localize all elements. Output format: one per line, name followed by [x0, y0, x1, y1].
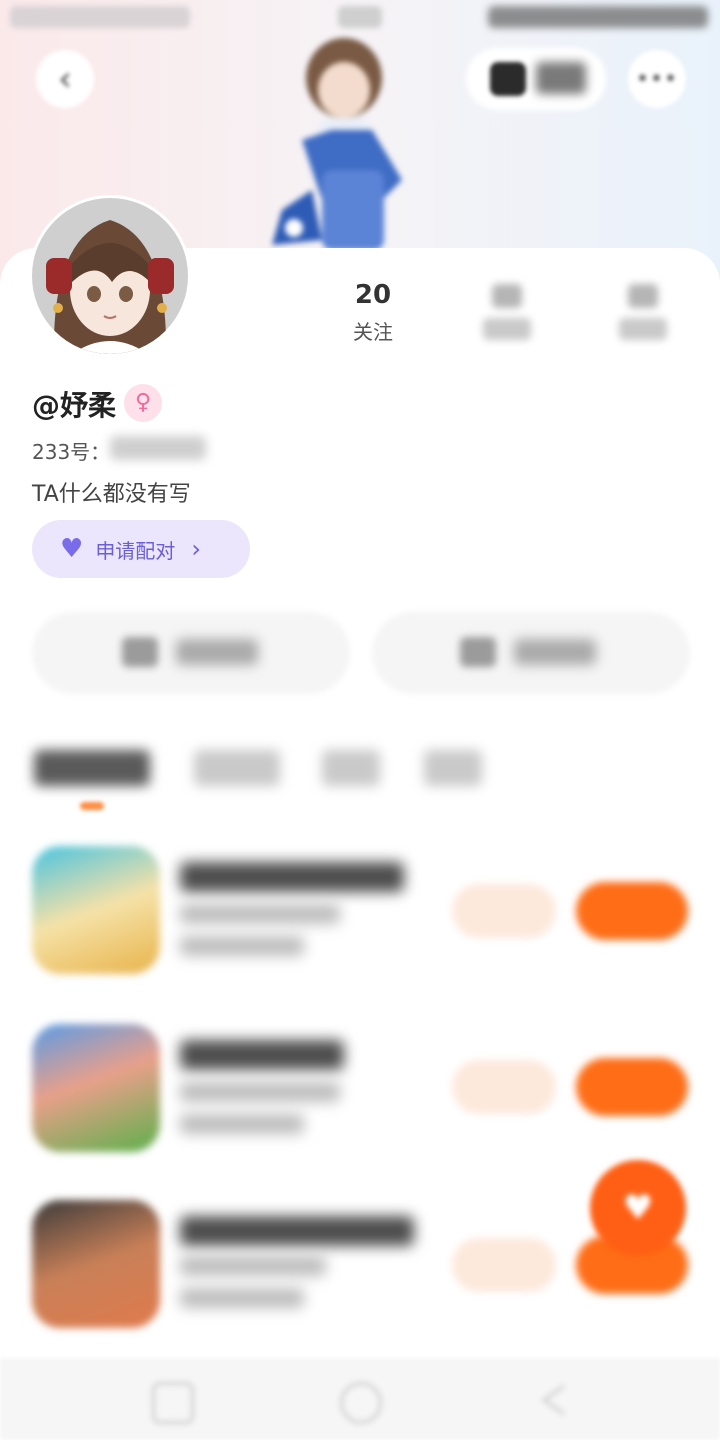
stat-followers[interactable] — [462, 280, 552, 340]
game-icon — [32, 1200, 160, 1328]
stat-following[interactable]: 20 关注 — [328, 280, 418, 345]
game-players — [180, 1114, 304, 1134]
chevron-left-icon: ‹ — [58, 59, 72, 99]
game-players — [180, 1288, 304, 1308]
character-figure-image — [272, 38, 402, 250]
avatar[interactable] — [32, 198, 188, 354]
message-button-content — [460, 632, 596, 672]
floating-heart-button[interactable]: ♥ — [590, 1160, 686, 1256]
status-left-info — [10, 6, 190, 28]
game-meta — [180, 1082, 340, 1102]
user-id-value — [110, 436, 206, 460]
game-title — [180, 1216, 414, 1246]
list-item[interactable] — [0, 1020, 720, 1170]
message-button-label — [514, 639, 596, 665]
heart-icon: ♥ — [60, 534, 84, 564]
game-meta — [180, 904, 340, 924]
stat-label — [619, 318, 667, 340]
game-icon — [32, 1024, 160, 1152]
match-request-button[interactable]: ♥ 申请配对 › — [32, 520, 250, 578]
play-game-button[interactable] — [576, 882, 688, 940]
stat-value — [492, 284, 522, 308]
heart-icon: ♥ — [622, 1188, 654, 1228]
tab-2[interactable] — [322, 750, 380, 786]
home-icon[interactable] — [340, 1382, 382, 1424]
list-item[interactable] — [0, 842, 720, 992]
username: @妤柔 — [32, 389, 117, 422]
follow-button-label — [176, 639, 258, 665]
game-players — [180, 936, 304, 956]
stat-value — [628, 284, 658, 308]
follow-button-content — [122, 632, 258, 672]
game-icon — [32, 846, 160, 974]
user-id-label: 233号： — [32, 440, 111, 464]
secondary-game-button[interactable] — [452, 884, 556, 938]
status-time — [338, 6, 382, 28]
recents-icon[interactable] — [152, 1382, 194, 1424]
match-request-label: 申请配对 — [95, 538, 176, 563]
tab-1[interactable] — [194, 750, 280, 786]
check-icon — [122, 637, 158, 667]
status-right-info — [488, 6, 708, 28]
more-icon: ••• — [636, 66, 678, 92]
stat-label — [483, 318, 531, 340]
game-meta — [180, 1256, 326, 1276]
person-icon — [460, 637, 496, 667]
tab-0[interactable] — [34, 750, 150, 786]
game-title — [180, 862, 404, 892]
outfit-icon — [490, 62, 526, 96]
stat-likes[interactable] — [598, 280, 688, 340]
chevron-right-icon: › — [191, 535, 201, 563]
more-button[interactable]: ••• — [628, 50, 686, 108]
stat-label: 关注 — [353, 320, 393, 344]
back-nav-icon[interactable] — [536, 1382, 572, 1418]
bio-text: TA什么都没有写 — [32, 482, 191, 507]
secondary-game-button[interactable] — [452, 1238, 556, 1292]
tab-indicator — [80, 802, 104, 810]
avatar-image — [32, 198, 188, 354]
stat-value: 20 — [354, 280, 392, 310]
female-gender-icon: ♀ — [124, 384, 162, 422]
play-game-button[interactable] — [576, 1058, 688, 1116]
dress-label — [536, 62, 586, 94]
secondary-game-button[interactable] — [452, 1060, 556, 1114]
tab-3[interactable] — [424, 750, 482, 786]
back-button[interactable]: ‹ — [36, 50, 94, 108]
game-title — [180, 1040, 344, 1070]
